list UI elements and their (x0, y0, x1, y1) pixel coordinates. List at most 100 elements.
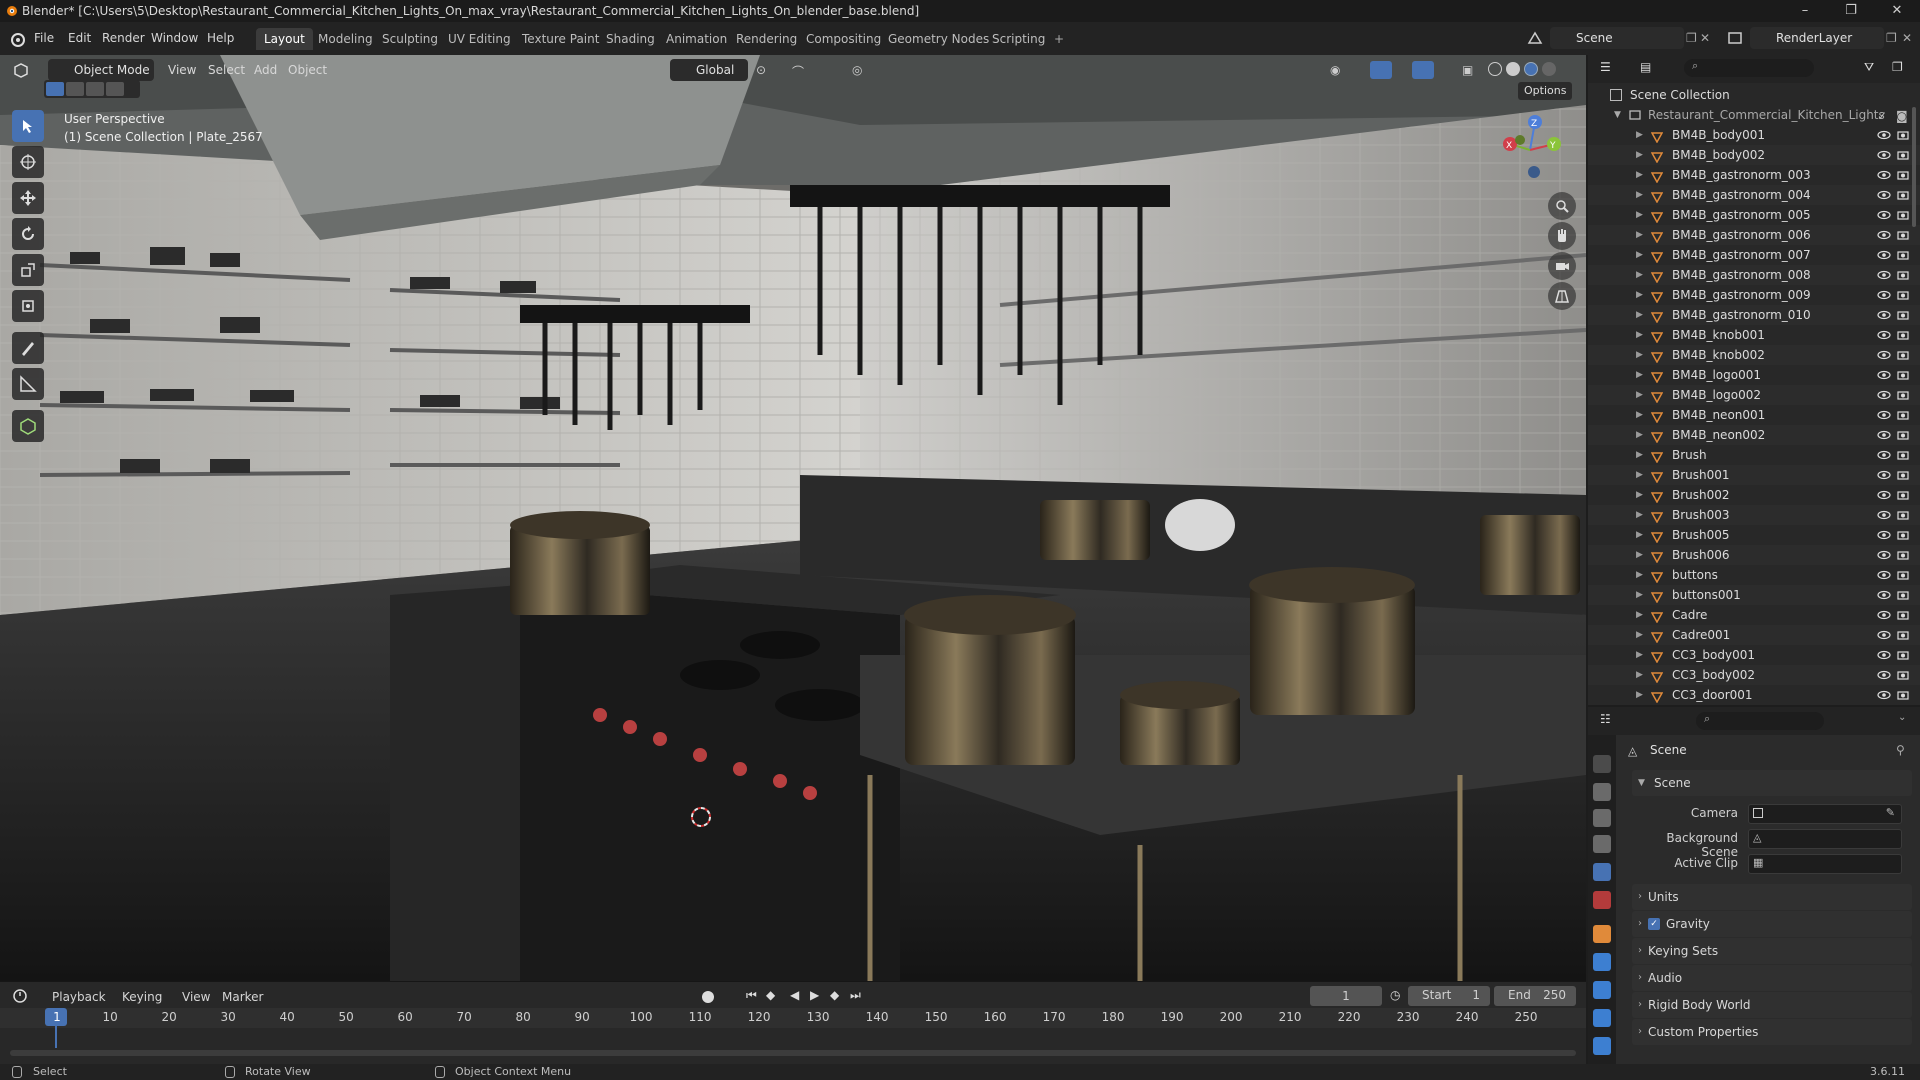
expand-icon[interactable]: ▶ (1636, 605, 1643, 625)
keying-sets-panel-header[interactable]: › Keying Sets (1632, 938, 1912, 964)
gravity-panel-header[interactable]: › ✓ Gravity (1632, 911, 1912, 937)
outliner-item[interactable]: ▶ CC3_body001 (1588, 645, 1920, 665)
rigid-body-panel-header[interactable]: › Rigid Body World (1632, 992, 1912, 1018)
expand-icon[interactable]: ▶ (1636, 465, 1643, 485)
outliner-item[interactable]: ▶ Brush005 (1588, 525, 1920, 545)
expand-icon[interactable]: ▶ (1636, 225, 1643, 245)
expand-icon[interactable]: ▶ (1636, 285, 1643, 305)
object-mode-dropdown[interactable]: Object Mode (48, 59, 154, 81)
prev-keyframe-icon[interactable]: ◆ (766, 988, 775, 1002)
xray-icon[interactable]: ▣ (1462, 63, 1473, 77)
outliner-item[interactable]: ▶ buttons001 (1588, 585, 1920, 605)
expand-icon[interactable]: ▶ (1636, 645, 1643, 665)
view-layer-tab-icon[interactable] (1593, 835, 1611, 853)
move-tool[interactable] (12, 182, 44, 214)
expand-icon[interactable]: ▶ (1636, 545, 1643, 565)
modifier-tab-icon[interactable] (1593, 953, 1611, 971)
material-shading-icon[interactable] (1524, 62, 1538, 76)
expand-icon[interactable]: ▶ (1636, 385, 1643, 405)
select-box-tool[interactable] (12, 110, 44, 142)
outliner-item[interactable]: ▶ Brush001 (1588, 465, 1920, 485)
world-tab-icon[interactable] (1593, 891, 1611, 909)
scene-panel-header[interactable]: ▼ Scene (1632, 770, 1912, 796)
expand-icon[interactable]: ▶ (1636, 305, 1643, 325)
output-tab-icon[interactable] (1593, 809, 1611, 827)
outliner-item[interactable]: ▶ BM4B_logo001 (1588, 365, 1920, 385)
collection-checkbox-icon[interactable]: ✓ (1877, 106, 1887, 126)
gravity-checkbox[interactable]: ✓ (1648, 918, 1660, 930)
expand-icon[interactable]: ▶ (1636, 565, 1643, 585)
outliner-item[interactable]: ▶ Brush002 (1588, 485, 1920, 505)
tab-compositing[interactable]: Compositing (798, 28, 889, 50)
menu-file[interactable]: File (34, 22, 54, 55)
close-button[interactable]: ✕ (1874, 0, 1920, 22)
eyedropper-icon[interactable]: ✎ (1886, 806, 1895, 819)
expand-icon[interactable]: ▶ (1636, 165, 1643, 185)
expand-icon[interactable]: ▶ (1636, 205, 1643, 225)
menu-playback[interactable]: Playback (52, 986, 106, 1008)
expand-icon[interactable]: ▶ (1636, 145, 1643, 165)
overlay-toggle-icon[interactable] (1412, 61, 1434, 79)
outliner-scrollbar[interactable] (1912, 107, 1916, 227)
rotate-tool[interactable] (12, 218, 44, 250)
menu-marker[interactable]: Marker (222, 986, 263, 1008)
expand-icon[interactable]: ▶ (1636, 625, 1643, 645)
background-scene-field[interactable]: ◬ (1748, 829, 1902, 849)
expand-icon[interactable]: ▶ (1636, 445, 1643, 465)
start-frame-field[interactable]: Start 1 (1408, 986, 1490, 1006)
perspective-toggle-icon[interactable] (1548, 282, 1576, 310)
menu-add[interactable]: Add (254, 55, 277, 85)
outliner-item[interactable]: ▶ BM4B_gastronorm_007 (1588, 245, 1920, 265)
options-dropdown[interactable]: Options (1518, 82, 1573, 100)
collapse-icon[interactable]: ▼ (1614, 105, 1621, 125)
editor-type-icon[interactable] (12, 61, 32, 82)
expand-icon[interactable]: ▶ (1636, 185, 1643, 205)
tab-geometry-nodes[interactable]: Geometry Nodes (880, 28, 997, 50)
eye-icon[interactable] (1877, 688, 1891, 708)
maximize-button[interactable]: ❐ (1828, 0, 1874, 22)
expand-icon[interactable]: ▶ (1636, 405, 1643, 425)
expand-icon[interactable]: ▶ (1636, 265, 1643, 285)
outliner-item[interactable]: ▶ BM4B_body001 (1588, 125, 1920, 145)
tab-shading[interactable]: Shading (598, 28, 663, 50)
filter-icon[interactable]: ⛛ (1864, 60, 1874, 75)
properties-editor-icon[interactable]: ☷ (1600, 712, 1611, 726)
render-camera-icon[interactable] (1896, 688, 1910, 708)
select-subtract-icon[interactable] (86, 82, 104, 96)
menu-render[interactable]: Render (102, 22, 145, 55)
custom-properties-panel-header[interactable]: › Custom Properties (1632, 1019, 1912, 1045)
new-view-layer-icon[interactable]: ❐ (1886, 31, 1897, 45)
menu-select[interactable]: Select (208, 55, 245, 85)
jump-end-icon[interactable]: ⏭ (850, 988, 861, 1003)
expand-icon[interactable]: ▶ (1636, 325, 1643, 345)
outliner-item[interactable]: ▶ BM4B_gastronorm_005 (1588, 205, 1920, 225)
tab-texture-paint[interactable]: Texture Paint (514, 28, 607, 50)
gizmo-toggle-icon[interactable] (1370, 61, 1392, 79)
3d-viewport[interactable]: User Perspective (1) Scene Collection | … (0, 55, 1586, 981)
expand-icon[interactable]: ▶ (1636, 365, 1643, 385)
scene-collection-row[interactable]: Scene Collection (1588, 85, 1920, 105)
cursor-tool[interactable] (12, 146, 44, 178)
outliner-item[interactable]: ▶ CC3_door001 (1588, 685, 1920, 705)
active-clip-field[interactable]: ▦ (1748, 854, 1902, 874)
expand-icon[interactable]: ▶ (1636, 125, 1643, 145)
expand-icon[interactable]: ▶ (1636, 685, 1643, 705)
view-layer-selector[interactable]: RenderLayer (1750, 27, 1884, 49)
view-layer-icon[interactable] (1726, 29, 1744, 50)
chevron-down-icon[interactable]: ⌄ (1898, 712, 1906, 723)
camera-field[interactable]: ✎ (1748, 804, 1902, 824)
scene-tab-icon[interactable] (1593, 863, 1611, 881)
jump-start-icon[interactable]: ⏮ (746, 988, 757, 1003)
tab-animation[interactable]: Animation (658, 28, 735, 50)
display-mode-icon[interactable]: ▤ (1640, 60, 1651, 74)
expand-icon[interactable]: ▶ (1636, 505, 1643, 525)
menu-keying[interactable]: Keying (122, 986, 162, 1008)
physics-tab-icon[interactable] (1593, 1009, 1611, 1027)
navigation-gizmo[interactable]: Z Y X (1490, 110, 1570, 190)
delete-view-layer-icon[interactable]: ✕ (1902, 31, 1912, 45)
play-icon[interactable]: ▶ (810, 988, 819, 1002)
expand-icon[interactable]: ▶ (1636, 345, 1643, 365)
outliner-item[interactable]: ▶ BM4B_gastronorm_004 (1588, 185, 1920, 205)
outliner-item[interactable]: ▶ Brush (1588, 445, 1920, 465)
delete-scene-icon[interactable]: ✕ (1700, 31, 1710, 45)
